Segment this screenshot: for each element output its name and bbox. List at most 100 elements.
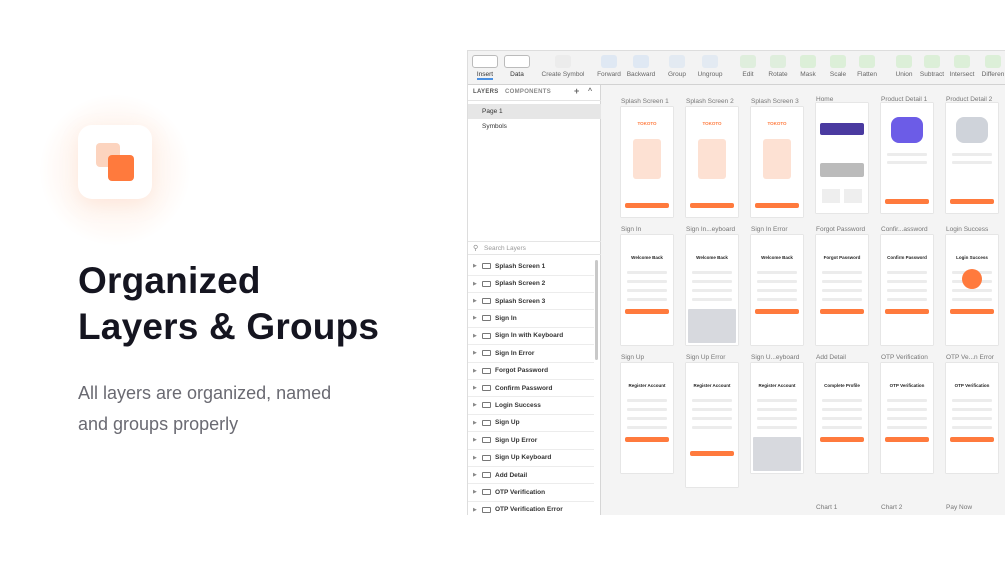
keyboard [753, 437, 801, 471]
subheadline: All layers are organized, named and grou… [78, 383, 332, 434]
layer-item[interactable]: ▶ Sign In Error [468, 345, 594, 363]
page-item-page-1[interactable]: Page 1 [468, 104, 601, 119]
continue-button [625, 309, 669, 314]
artboard-label[interactable]: Pay Now [946, 504, 972, 511]
artboard-label[interactable]: Add Detail [816, 354, 846, 361]
artboard-title: TOKOTO [637, 121, 657, 126]
disclosure-triangle-icon[interactable]: ▶ [473, 281, 478, 287]
continue-button [820, 437, 864, 442]
artboard-icon [482, 367, 491, 374]
toolbar-icon [702, 55, 718, 68]
artboard[interactable]: Welcome Back [621, 235, 673, 345]
add-page-button[interactable]: + [574, 86, 580, 96]
tab-components[interactable]: COMPONENTS [505, 89, 551, 95]
artboard[interactable]: Forgot Password [816, 235, 868, 345]
artboard-label[interactable]: Home [816, 96, 833, 103]
layer-item[interactable]: ▶ Splash Screen 3 [468, 293, 594, 311]
artboard-label[interactable]: Chart 1 [816, 504, 837, 511]
artboard[interactable]: Register Account [751, 363, 803, 473]
artboard-label[interactable]: Sign Up [621, 354, 644, 361]
artboard-icon [482, 506, 491, 513]
artboard[interactable]: Login Success [946, 235, 998, 345]
layer-item[interactable]: ▶ OTP Verification Error [468, 502, 594, 515]
artboard-icon [482, 263, 491, 270]
tab-layers[interactable]: LAYERS [473, 89, 499, 95]
disclosure-triangle-icon[interactable]: ▶ [473, 420, 478, 426]
artboard-label[interactable]: Login Success [946, 226, 988, 233]
disclosure-triangle-icon[interactable]: ▶ [473, 350, 478, 356]
canvas[interactable]: Splash Screen 1 TOKOTO Splash Screen 2 TOKO… [602, 85, 1005, 515]
artboard[interactable] [816, 103, 868, 213]
artboard-title: Welcome Back [631, 255, 663, 260]
layer-item[interactable]: ▶ Splash Screen 2 [468, 275, 594, 293]
layer-item[interactable]: ▶ Add Detail [468, 467, 594, 485]
artboard-label[interactable]: Sign Up Error [686, 354, 725, 361]
artboard-label[interactable]: Confir...assword [881, 226, 928, 233]
layer-item[interactable]: ▶ Sign In with Keyboard [468, 328, 594, 346]
layer-item[interactable]: ▶ Sign Up [468, 415, 594, 433]
layer-item[interactable]: ▶ Sign Up Error [468, 432, 594, 450]
layer-item[interactable]: ▶ Sign In [468, 310, 594, 328]
artboard[interactable]: TOKOTO [751, 107, 803, 217]
artboard-label[interactable]: OTP Verification [881, 354, 928, 361]
toolbar-data-button[interactable]: Data [492, 55, 542, 78]
layer-item[interactable]: ▶ Forgot Password [468, 362, 594, 380]
illustration [698, 139, 726, 179]
artboard-label[interactable]: Sign In...eyboard [686, 226, 735, 233]
artboard-label[interactable]: Sign In Error [751, 226, 788, 233]
artboard-label[interactable]: Sign In [621, 226, 641, 233]
artboard-label[interactable]: Product Detail 1 [881, 96, 927, 103]
collapse-icon[interactable]: ^ [588, 88, 592, 95]
disclosure-triangle-icon[interactable]: ▶ [473, 333, 478, 339]
artboard[interactable]: OTP Verification [946, 363, 998, 473]
headline: Organized Layers & Groups [78, 260, 380, 347]
artboard-label[interactable]: OTP Ve...n Error [946, 354, 994, 361]
layer-item[interactable]: ▶ OTP Verification [468, 484, 594, 502]
continue-button [755, 309, 799, 314]
page-item-symbols[interactable]: Symbols [468, 119, 601, 134]
artboard-icon [482, 332, 491, 339]
layer-list-scrollbar[interactable] [595, 260, 598, 360]
artboard-title: TOKOTO [702, 121, 722, 126]
disclosure-triangle-icon[interactable]: ▶ [473, 385, 478, 391]
artboard[interactable] [946, 103, 998, 213]
artboard[interactable] [881, 103, 933, 213]
artboard[interactable]: TOKOTO [686, 107, 738, 217]
layer-item[interactable]: ▶ Splash Screen 1 [468, 258, 594, 276]
artboard-label[interactable]: Sign U...eyboard [751, 354, 799, 361]
promo-banner [820, 123, 864, 135]
toolbar-icon [669, 55, 685, 68]
search-layers-input[interactable]: ⚲ Search Layers [468, 241, 601, 255]
disclosure-triangle-icon[interactable]: ▶ [473, 315, 478, 321]
artboard[interactable]: Welcome Back [751, 235, 803, 345]
disclosure-triangle-icon[interactable]: ▶ [473, 368, 478, 374]
layer-item[interactable]: ▶ Login Success [468, 397, 594, 415]
toolbar-create-symbol-button[interactable]: Create Symbol [538, 55, 588, 78]
disclosure-triangle-icon[interactable]: ▶ [473, 472, 478, 478]
artboard[interactable]: Register Account [621, 363, 673, 473]
artboard[interactable]: Complete Profile [816, 363, 868, 473]
disclosure-triangle-icon[interactable]: ▶ [473, 489, 478, 495]
disclosure-triangle-icon[interactable]: ▶ [473, 437, 478, 443]
toolbar-differen-button[interactable]: Differen [968, 55, 1005, 78]
artboard[interactable]: Register Account [686, 363, 738, 487]
artboard-label[interactable]: Splash Screen 1 [621, 98, 669, 105]
disclosure-triangle-icon[interactable]: ▶ [473, 402, 478, 408]
disclosure-triangle-icon[interactable]: ▶ [473, 507, 478, 513]
artboard[interactable]: Confirm Password [881, 235, 933, 345]
layer-item[interactable]: ▶ Confirm Password [468, 380, 594, 398]
disclosure-triangle-icon[interactable]: ▶ [473, 455, 478, 461]
artboard-label[interactable]: Splash Screen 3 [751, 98, 799, 105]
artboard-title: Register Account [693, 383, 731, 388]
disclosure-triangle-icon[interactable]: ▶ [473, 298, 478, 304]
layer-item[interactable]: ▶ Sign Up Keyboard [468, 449, 594, 467]
continue-button [625, 203, 669, 208]
artboard[interactable]: Welcome Back [686, 235, 738, 345]
artboard[interactable]: TOKOTO [621, 107, 673, 217]
artboard-label[interactable]: Splash Screen 2 [686, 98, 734, 105]
artboard-label[interactable]: Forgot Password [816, 226, 865, 233]
artboard-label[interactable]: Chart 2 [881, 504, 902, 511]
artboard-label[interactable]: Product Detail 2 [946, 96, 992, 103]
disclosure-triangle-icon[interactable]: ▶ [473, 263, 478, 269]
artboard[interactable]: OTP Verification [881, 363, 933, 473]
